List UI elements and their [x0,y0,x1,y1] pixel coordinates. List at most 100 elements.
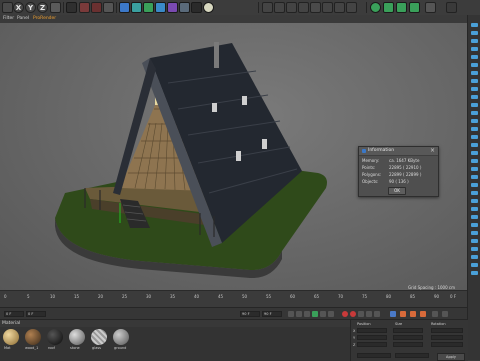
palette-icon[interactable] [471,31,478,35]
options-icon[interactable] [442,311,448,317]
max-frame-field[interactable]: 90 F [240,311,260,317]
position-key-icon[interactable] [366,311,372,317]
palette-icon[interactable] [471,71,478,75]
palette-icon[interactable] [471,23,478,27]
snap-icon[interactable] [370,2,381,13]
palette-icon[interactable] [471,63,478,67]
edges-mode-icon[interactable] [274,2,285,13]
goto-end-icon[interactable] [328,311,334,317]
palette-icon[interactable] [471,263,478,267]
palette-icon[interactable] [471,255,478,259]
palette-icon[interactable] [471,239,478,243]
axis-z-toggle[interactable]: Z [37,2,48,13]
polygons-mode-icon[interactable] [286,2,297,13]
palette-icon[interactable] [471,271,478,275]
material-swatch[interactable] [91,329,107,345]
size-z-field[interactable] [393,342,423,347]
palette-icon[interactable] [471,111,478,115]
keyframe-selection-icon[interactable] [358,311,364,317]
palette-icon[interactable] [471,151,478,155]
min-frame-field[interactable]: 0 F [26,311,46,317]
workplane-icon[interactable] [346,2,357,13]
locking-icon[interactable] [396,2,407,13]
size-x-field[interactable] [393,328,423,333]
autokey-icon[interactable] [350,311,356,317]
material-swatch[interactable] [3,329,19,345]
start-frame-field[interactable]: 0 F [4,311,24,317]
bend-deformer-icon[interactable] [167,2,178,13]
goto-start-icon[interactable] [288,311,294,317]
record-icon[interactable] [342,311,348,317]
timeline-window-icon[interactable] [432,311,438,317]
rotation-b-field[interactable] [431,342,463,347]
quantize-icon[interactable] [383,2,394,13]
render-region-icon[interactable] [66,2,77,13]
layout-icon[interactable] [425,2,436,13]
light-icon[interactable] [203,2,214,13]
axis-y-toggle[interactable]: Y [25,2,36,13]
palette-icon[interactable] [471,127,478,131]
uv-mode-icon[interactable] [298,2,309,13]
end-frame-field[interactable]: 90 F [262,311,282,317]
tweak-mode-icon[interactable] [322,2,333,13]
material-swatch[interactable] [47,329,63,345]
render-view-icon[interactable] [79,2,90,13]
ok-button[interactable]: OK [388,187,406,195]
palette-icon[interactable] [471,87,478,91]
palette-icon[interactable] [471,167,478,171]
rotate-tool-icon[interactable] [410,311,416,317]
menu-prorender[interactable]: ProRender [33,16,56,21]
next-key-icon[interactable] [320,311,326,317]
enable-axis-icon[interactable] [310,2,321,13]
palette-icon[interactable] [471,175,478,179]
camera-icon[interactable] [191,2,202,13]
undo-icon[interactable] [2,2,13,13]
palette-icon[interactable] [471,135,478,139]
menu-filter[interactable]: Filter [3,16,14,21]
previous-key-icon[interactable] [296,311,302,317]
palette-icon[interactable] [471,119,478,123]
palette-icon[interactable] [471,143,478,147]
palette-icon[interactable] [471,79,478,83]
position-y-field[interactable] [357,335,387,340]
palette-icon[interactable] [471,103,478,107]
param-key-icon[interactable] [420,311,426,317]
scale-tool-icon[interactable] [400,311,406,317]
palette-icon[interactable] [471,191,478,195]
rotation-h-field[interactable] [431,328,463,333]
palette-icon[interactable] [471,199,478,203]
workplane-mode-icon[interactable] [446,2,457,13]
size-mode-dropdown[interactable] [395,353,429,358]
render-settings-icon[interactable] [103,2,114,13]
floor-icon[interactable] [179,2,190,13]
palette-icon[interactable] [471,95,478,99]
palette-icon[interactable] [471,247,478,251]
timeline-ruler[interactable]: 0 5 10 15 20 25 30 35 40 45 50 55 60 65 … [0,290,467,308]
move-tool-icon[interactable] [390,311,396,317]
palette-icon[interactable] [471,231,478,235]
coordinate-system-icon[interactable] [50,2,61,13]
palette-icon[interactable] [471,207,478,211]
cube-icon[interactable] [119,2,130,13]
planar-workplane-icon[interactable] [409,2,420,13]
rotation-p-field[interactable] [431,335,463,340]
points-mode-icon[interactable] [262,2,273,13]
play-icon[interactable] [312,311,318,317]
palette-icon[interactable] [471,183,478,187]
menu-panel[interactable]: Panel [17,16,29,21]
array-icon[interactable] [155,2,166,13]
palette-icon[interactable] [471,223,478,227]
scale-key-icon[interactable] [374,311,380,317]
coords-mode-dropdown[interactable] [357,353,391,358]
axis-x-toggle[interactable]: X [13,2,24,13]
material-label[interactable]: Material [2,321,20,326]
close-icon[interactable]: × [430,147,435,154]
position-x-field[interactable] [357,328,387,333]
palette-icon[interactable] [471,55,478,59]
material-swatch[interactable] [69,329,85,345]
subdivision-surface-icon[interactable] [143,2,154,13]
material-swatch[interactable] [25,329,41,345]
palette-icon[interactable] [471,47,478,51]
material-swatch[interactable] [113,329,129,345]
position-z-field[interactable] [357,342,387,347]
